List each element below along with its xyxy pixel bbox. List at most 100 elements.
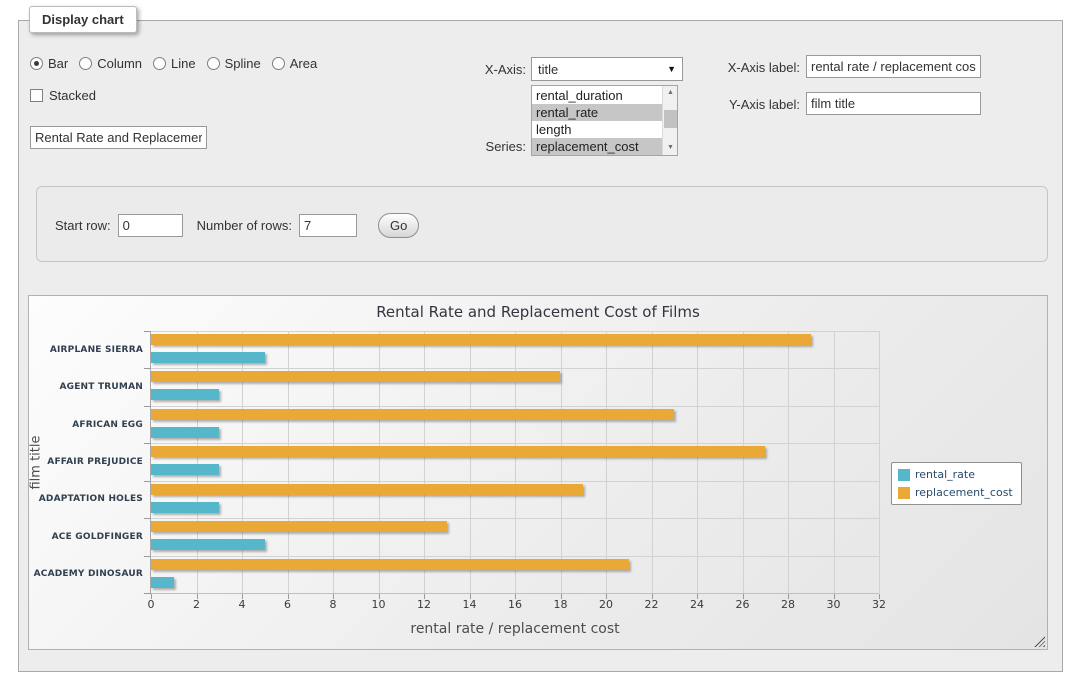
stacked-checkbox[interactable] [30,89,43,102]
series-option-rental_rate[interactable]: rental_rate [532,104,662,121]
y-axis-tick [144,593,151,594]
resize-handle-icon[interactable] [1034,636,1045,647]
series-listbox-label: Series: [426,139,526,154]
chart-title-input[interactable] [30,126,207,149]
category-label: AFRICAN EGG [72,420,143,430]
x-axis-select-label: X-Axis: [426,62,526,77]
bar-replacement_cost [151,334,811,345]
legend-swatch [898,487,910,499]
scrollbar-thumb[interactable] [664,110,677,128]
start-row-label: Start row: [55,218,111,233]
chart-type-option-label: Area [290,56,317,71]
plot-area: 02468101214161820222426283032AIRPLANE SI… [151,331,879,593]
chart-x-axis-title: rental rate / replacement cost [151,621,879,637]
x-tick-label: 10 [372,598,386,611]
gridline [879,331,880,593]
category-label: ADAPTATION HOLES [39,494,143,504]
x-tick-label: 4 [239,598,246,611]
x-tick-label: 2 [193,598,200,611]
bar-rental_rate [151,389,219,400]
radio-icon[interactable] [207,57,220,70]
display-chart-legend-text: Display chart [42,12,124,27]
number-of-rows-label: Number of rows: [197,218,292,233]
series-options: rental_durationrental_ratelengthreplacem… [532,86,662,155]
bar-replacement_cost [151,484,583,495]
scroll-up-icon[interactable]: ▲ [663,86,678,100]
chart-row: ADAPTATION HOLES [151,481,879,518]
chart-type-option-spline[interactable]: Spline [207,56,261,71]
series-option-length[interactable]: length [532,121,662,138]
go-button[interactable]: Go [378,213,419,238]
chart-type-option-line[interactable]: Line [153,56,196,71]
bar-replacement_cost [151,371,560,382]
x-tick-label: 8 [330,598,337,611]
x-axis-label-field-label: X-Axis label: [700,60,800,75]
legend-item-rental_rate[interactable]: rental_rate [898,468,1013,481]
category-label: ACE GOLDFINGER [52,532,143,542]
bar-rental_rate [151,502,219,513]
row-range-panel: Start row: Number of rows: Go [36,186,1048,262]
chart-row: AFRICAN EGG [151,406,879,443]
chevron-down-icon: ▼ [667,64,676,74]
chart-legend: rental_rate replacement_cost [891,462,1022,505]
x-tick-label: 32 [872,598,886,611]
bar-rental_rate [151,577,174,588]
y-axis-label-input[interactable] [806,92,981,115]
chart-type-option-column[interactable]: Column [79,56,142,71]
legend-swatch [898,469,910,481]
chart-row: ACE GOLDFINGER [151,518,879,555]
chart-type-option-bar[interactable]: Bar [30,56,68,71]
series-listbox[interactable]: rental_durationrental_ratelengthreplacem… [531,85,678,156]
legend-item-replacement_cost[interactable]: replacement_cost [898,486,1013,499]
category-label: ACADEMY DINOSAUR [34,569,143,579]
legend-label: replacement_cost [915,486,1013,499]
stacked-option[interactable]: Stacked [30,88,96,103]
radio-icon[interactable] [79,57,92,70]
chart-row: AIRPLANE SIERRA [151,331,879,368]
radio-icon[interactable] [272,57,285,70]
series-option-replacement_cost[interactable]: replacement_cost [532,138,662,155]
x-tick-label: 12 [417,598,431,611]
legend-label: rental_rate [915,468,975,481]
x-tick-label: 30 [827,598,841,611]
row-range-controls: Start row: Number of rows: Go [55,213,419,238]
start-row-input[interactable] [118,214,183,237]
x-axis-label-input[interactable] [806,55,981,78]
x-tick-label: 18 [554,598,568,611]
page: Display chart Bar Column Line Spline Area St… [0,0,1081,681]
bar-replacement_cost [151,521,447,532]
chart-type-option-label: Bar [48,56,68,71]
bar-rental_rate [151,464,219,475]
bar-rental_rate [151,352,265,363]
scroll-down-icon[interactable]: ▼ [663,141,678,155]
chart-type-option-label: Line [171,56,196,71]
series-option-rental_duration[interactable]: rental_duration [532,87,662,104]
chart-title: Rental Rate and Replacement Cost of Film… [29,303,1047,321]
radio-icon[interactable] [153,57,166,70]
x-tick-label: 20 [599,598,613,611]
y-axis-label-field-label: Y-Axis label: [700,97,800,112]
chart-container: Rental Rate and Replacement Cost of Film… [28,295,1048,650]
x-tick-label: 26 [736,598,750,611]
chart-y-axis-title: film title [29,393,44,533]
bar-replacement_cost [151,559,629,570]
series-scrollbar[interactable]: ▲ ▼ [662,86,677,155]
chart-row: AFFAIR PREJUDICE [151,443,879,480]
chart-type-option-label: Column [97,56,142,71]
x-axis-select-value: title [538,62,667,77]
x-tick-label: 6 [284,598,291,611]
x-axis-select[interactable]: title ▼ [531,57,683,81]
radio-icon[interactable] [30,57,43,70]
chart-type-option-area[interactable]: Area [272,56,317,71]
x-tick-label: 24 [690,598,704,611]
chart-row: AGENT TRUMAN [151,368,879,405]
stacked-label: Stacked [49,88,96,103]
bar-rental_rate [151,427,219,438]
chart-row: ACADEMY DINOSAUR [151,556,879,593]
x-tick-label: 16 [508,598,522,611]
number-of-rows-input[interactable] [299,214,357,237]
bar-replacement_cost [151,446,765,457]
chart-type-radio-group: Bar Column Line Spline Area [30,56,317,71]
x-tick-label: 22 [645,598,659,611]
category-label: AFFAIR PREJUDICE [47,457,143,467]
